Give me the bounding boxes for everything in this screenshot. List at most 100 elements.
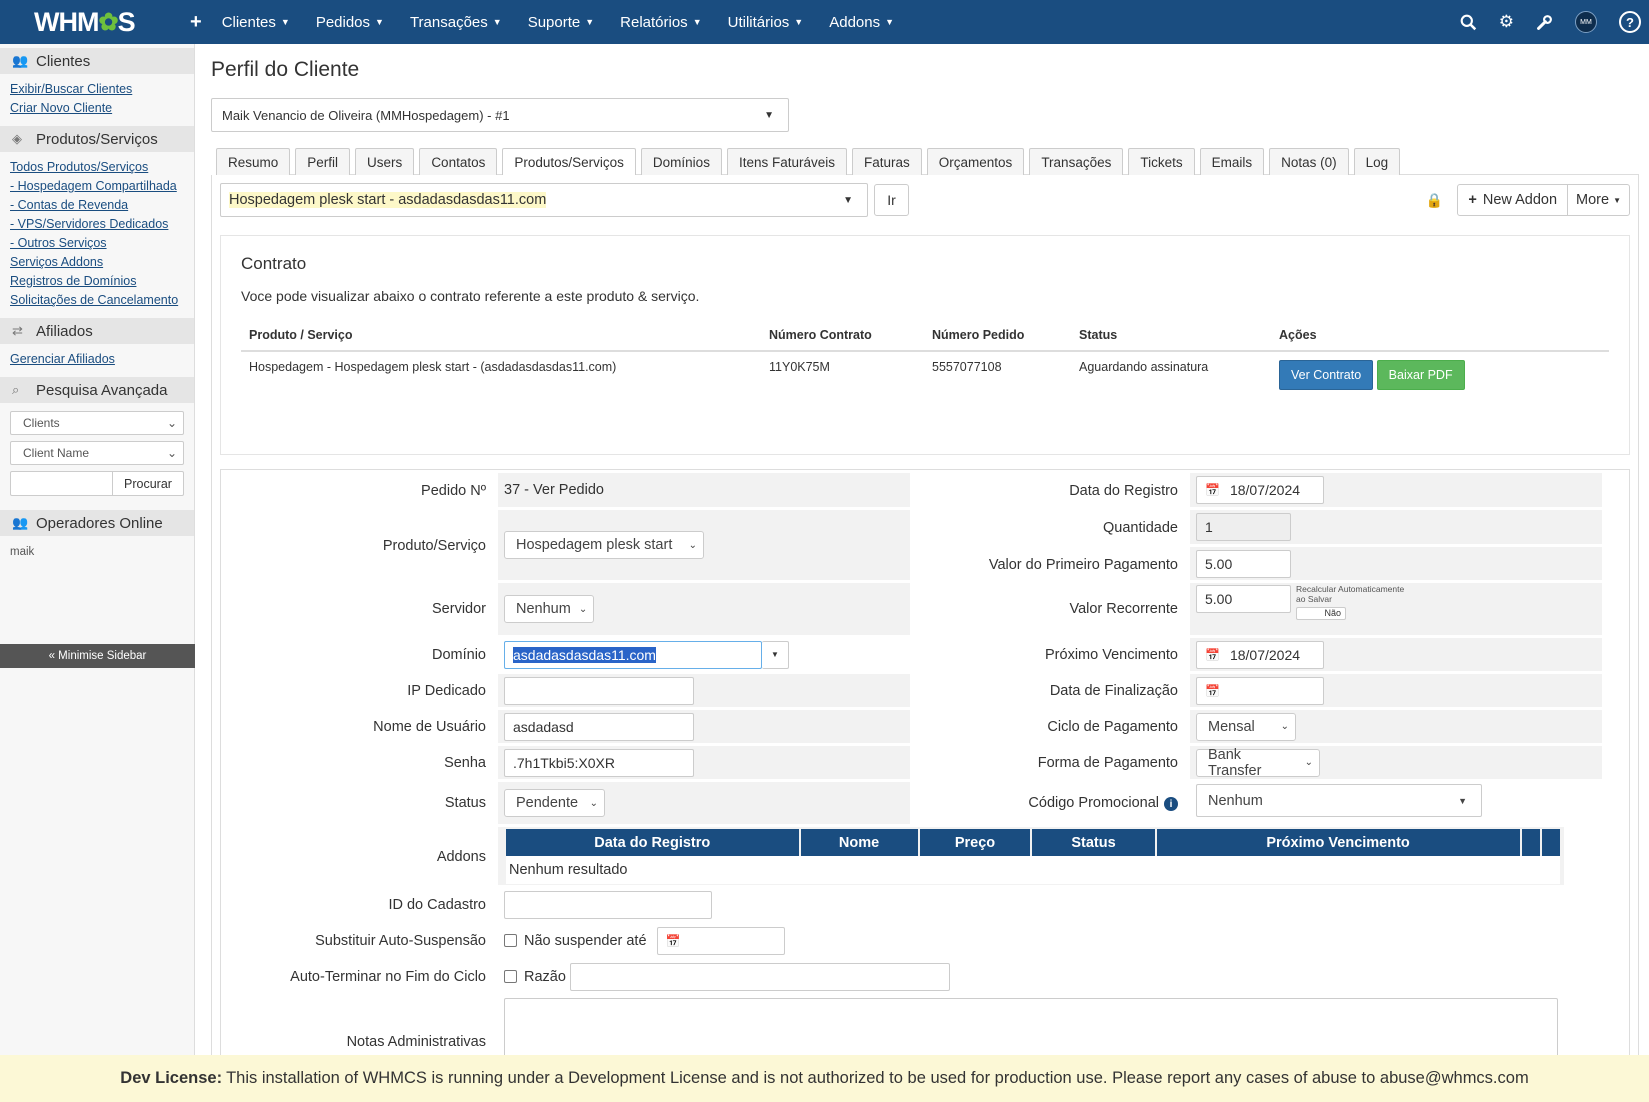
search-type-select[interactable]: Clients ⌄: [10, 411, 184, 435]
download-pdf-button[interactable]: Baixar PDF: [1376, 360, 1465, 390]
domain-input[interactable]: asdadasdasdas11.com: [504, 640, 762, 669]
link-cancellation-requests[interactable]: Solicitações de Cancelamento: [10, 291, 184, 310]
sidebar-online-header: 👥 Operadores Online: [0, 510, 194, 536]
password-input[interactable]: .7h1Tkbi5:X0XR: [504, 748, 694, 777]
sidebar-title: Clientes: [36, 52, 91, 70]
promo-select[interactable]: Nenhum ▼: [1196, 784, 1482, 817]
sidebar-products-header: ◈ Produtos/Serviços: [0, 126, 194, 152]
chevron-down-icon: ⌄: [1304, 757, 1313, 768]
sidebar-title: Afiliados: [36, 322, 93, 340]
first-payment-input[interactable]: 5.00: [1196, 549, 1291, 578]
link-domain-registrations[interactable]: Registros de Domínios: [10, 272, 184, 291]
cube-icon: ◈: [12, 131, 22, 146]
link-vps[interactable]: - VPS/Servidores Dedicados: [10, 215, 184, 234]
avatar[interactable]: MM: [1575, 11, 1597, 33]
whmcs-logo[interactable]: WHM ✿ S: [0, 7, 160, 38]
next-due-input[interactable]: 📅 18/07/2024: [1196, 640, 1324, 669]
search-icon[interactable]: [1460, 14, 1477, 31]
override-date-input[interactable]: 📅: [656, 926, 785, 955]
nav-pedidos[interactable]: Pedidos ▼: [316, 14, 384, 31]
nav-relatorios[interactable]: Relatórios ▼: [620, 14, 701, 31]
recalc-toggle[interactable]: Não: [1296, 607, 1346, 620]
link-manage-affiliates[interactable]: Gerenciar Afiliados: [10, 350, 184, 369]
recurring-input[interactable]: 5.00: [1196, 585, 1291, 613]
link-other-services[interactable]: - Outros Serviços: [10, 234, 184, 253]
termination-input[interactable]: 📅: [1196, 676, 1324, 705]
minimise-sidebar-button[interactable]: « Minimise Sidebar: [0, 644, 195, 668]
username-input[interactable]: asdadasd: [504, 712, 694, 741]
override-field: Não suspender até 📅: [498, 924, 785, 957]
dev-license-banner: Dev License: This installation of WHMCS …: [0, 1055, 1649, 1102]
nav-suporte[interactable]: Suporte ▼: [528, 14, 594, 31]
ip-input[interactable]: [504, 676, 694, 705]
search-button[interactable]: Procurar: [113, 471, 184, 496]
domain-dropdown-button[interactable]: ▼: [762, 640, 789, 669]
link-view-clients[interactable]: Exibir/Buscar Clientes: [10, 80, 184, 99]
autoterm-reason-input[interactable]: [569, 962, 950, 991]
lock-icon[interactable]: 🔒: [1425, 191, 1443, 209]
tab-resumo[interactable]: Resumo: [216, 148, 291, 175]
tab-orcamentos[interactable]: Orçamentos: [926, 148, 1025, 175]
sidebar-affiliates-links: Gerenciar Afiliados: [0, 344, 194, 373]
nav-transacoes[interactable]: Transações ▼: [410, 14, 502, 31]
status-select[interactable]: Pendente ⌄: [504, 789, 605, 817]
tab-emails[interactable]: Emails: [1199, 148, 1265, 175]
nav-utilitarios[interactable]: Utilitários ▼: [728, 14, 804, 31]
tab-log[interactable]: Log: [1353, 148, 1401, 175]
caret-down-icon: ▼: [794, 17, 804, 27]
search-field-select[interactable]: Client Name ⌄: [10, 441, 184, 465]
dev-license-text: This installation of WHMCS is running un…: [226, 1069, 1529, 1087]
tab-faturas[interactable]: Faturas: [852, 148, 922, 175]
top-icons: ⚙ MM ?: [1460, 0, 1641, 44]
order-link[interactable]: 37 - Ver Pedido: [504, 482, 604, 498]
tab-notas[interactable]: Notas (0): [1269, 148, 1349, 175]
tab-perfil[interactable]: Perfil: [295, 148, 351, 175]
info-icon[interactable]: i: [1164, 797, 1178, 811]
link-addon-services[interactable]: Serviços Addons: [10, 253, 184, 272]
logo-text-left: WHM: [34, 6, 99, 37]
chevron-down-icon: ⌄: [1280, 721, 1289, 732]
payment-method-select[interactable]: Bank Transfer ⌄: [1196, 747, 1320, 779]
product-select[interactable]: Hospedagem plesk start ⌄: [504, 531, 704, 559]
server-label: Servidor: [432, 601, 486, 617]
qty-input[interactable]: 1: [1196, 513, 1291, 541]
tab-itens-faturaveis[interactable]: Itens Faturáveis: [726, 148, 847, 175]
new-addon-button[interactable]: + New Addon: [1458, 185, 1567, 215]
link-all-products[interactable]: Todos Produtos/Serviços: [10, 158, 184, 177]
wrench-icon[interactable]: [1536, 14, 1553, 31]
plus-icon[interactable]: +: [190, 11, 202, 34]
tab-produtos-servicos[interactable]: Produtos/Serviços: [502, 148, 636, 176]
client-select[interactable]: Maik Venancio de Oliveira (MMHospedagem)…: [211, 98, 789, 132]
search-input[interactable]: [10, 471, 113, 496]
tab-dominios[interactable]: Domínios: [640, 148, 722, 175]
form-row: Produto/Serviço Hospedagem plesk start ⌄ …: [224, 510, 1602, 580]
sidebar-search: Procurar: [10, 471, 184, 496]
go-button[interactable]: Ir: [874, 184, 909, 216]
link-reseller[interactable]: - Contas de Revenda: [10, 196, 184, 215]
more-button[interactable]: More ▼: [1567, 185, 1629, 215]
users-icon: 👥: [12, 53, 29, 68]
override-checkbox[interactable]: [504, 934, 517, 947]
service-select[interactable]: Hospedagem plesk start - asdadasdasdas11…: [220, 183, 868, 217]
reg-date-input[interactable]: 📅 18/07/2024: [1196, 476, 1324, 504]
form-row: Quantidade 1: [910, 510, 1602, 544]
cogs-icon[interactable]: ⚙: [1499, 12, 1514, 32]
form-row: Auto-Terminar no Fim do Ciclo Razão: [224, 960, 950, 993]
link-shared-hosting[interactable]: - Hospedagem Compartilhada: [10, 177, 184, 196]
help-icon[interactable]: ?: [1619, 11, 1641, 33]
nav-clientes[interactable]: Clientes ▼: [222, 14, 290, 31]
view-contract-button[interactable]: Ver Contrato: [1279, 360, 1374, 390]
tab-transacoes[interactable]: Transações: [1029, 148, 1124, 175]
nav-label: Clientes: [221, 13, 276, 31]
users-icon: 👥: [12, 515, 29, 530]
subscription-input[interactable]: [504, 890, 712, 919]
autoterm-checkbox[interactable]: [504, 970, 517, 983]
cycle-select[interactable]: Mensal ⌄: [1196, 712, 1296, 741]
tab-tickets[interactable]: Tickets: [1128, 148, 1195, 175]
nav-addons[interactable]: Addons ▼: [829, 14, 894, 31]
link-new-client[interactable]: Criar Novo Cliente: [10, 99, 184, 118]
tab-contatos[interactable]: Contatos: [419, 148, 498, 175]
tab-users[interactable]: Users: [355, 148, 415, 175]
autoterm-text: Razão: [524, 968, 566, 985]
server-select[interactable]: Nenhum ⌄: [504, 595, 594, 623]
